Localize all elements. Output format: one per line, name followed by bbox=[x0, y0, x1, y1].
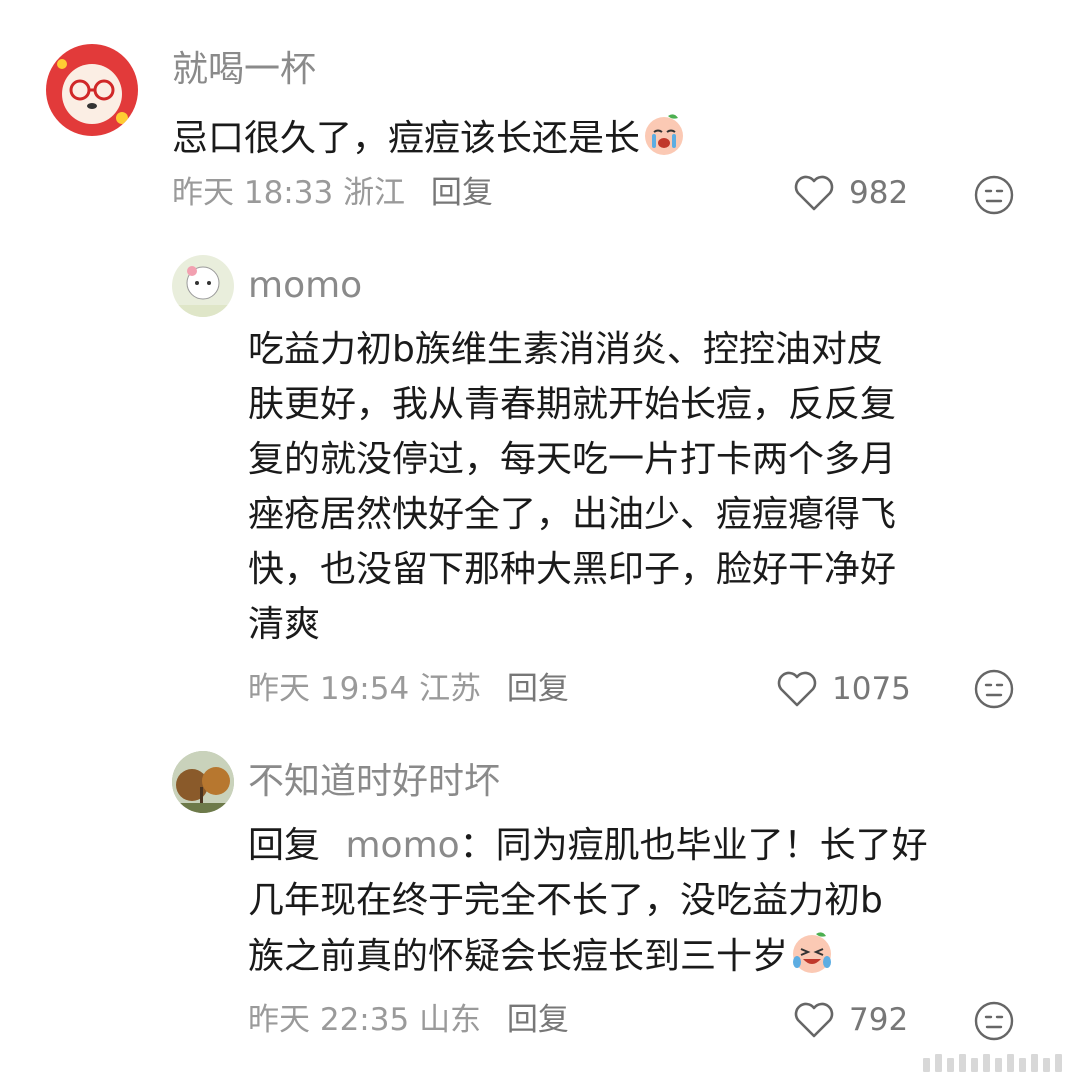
reply-button[interactable]: 回复 bbox=[507, 671, 569, 707]
text-line: 快，也没留下那种大黑印子，脸好干净好 bbox=[248, 549, 897, 590]
comment-meta: 昨天 18:33 浙江 回复 bbox=[172, 173, 493, 213]
username[interactable]: 不知道时好时坏 bbox=[248, 760, 500, 804]
location: 江苏 bbox=[419, 671, 482, 707]
reply-prefix: 回复 bbox=[248, 825, 321, 866]
timestamp: 昨天 18:33 bbox=[172, 175, 334, 211]
heart-outline-icon bbox=[794, 1002, 834, 1038]
like-button[interactable]: 792 bbox=[793, 1000, 908, 1040]
like-button[interactable]: 982 bbox=[793, 173, 908, 213]
comment-text: 回复 momo：同为痘肌也毕业了！长了好 几年现在终于完全不长了，没吃益力初b … bbox=[248, 818, 1048, 992]
text-line: 肤更好，我从青春期就开始长痘，反反复 bbox=[248, 384, 897, 425]
like-count: 982 bbox=[849, 175, 909, 211]
location: 山东 bbox=[419, 1002, 482, 1038]
reply-button[interactable]: 回复 bbox=[431, 175, 493, 211]
text-line: 回复 momo：同为痘肌也毕业了！长了好 bbox=[248, 818, 1048, 873]
avatar[interactable] bbox=[46, 44, 138, 136]
text-line: 几年现在终于完全不长了，没吃益力初b bbox=[248, 880, 883, 921]
comment-text: 忌口很久了，痘痘该长还是长 bbox=[172, 110, 1032, 174]
laughing-crying-emoji bbox=[788, 928, 836, 992]
heart-outline-icon bbox=[777, 671, 817, 707]
neutral-face-icon bbox=[974, 669, 1014, 709]
text-line: 族之前真的怀疑会长痘长到三十岁 bbox=[248, 928, 1048, 992]
comment-meta: 昨天 19:54 江苏 回复 bbox=[248, 669, 569, 709]
like-count: 1075 bbox=[832, 671, 911, 707]
comment-meta: 昨天 22:35 山东 回复 bbox=[248, 1000, 569, 1040]
location: 浙江 bbox=[343, 175, 406, 211]
reply-to-username[interactable]: momo bbox=[345, 825, 459, 866]
avatar[interactable] bbox=[172, 255, 234, 317]
heart-outline-icon bbox=[794, 175, 834, 211]
dislike-button[interactable] bbox=[973, 1000, 1015, 1046]
comment-text: 吃益力初b族维生素消消炎、控控油对皮 肤更好，我从青春期就开始长痘，反反复 复的… bbox=[248, 322, 1048, 652]
dislike-button[interactable] bbox=[973, 174, 1015, 220]
text-line: 清爽 bbox=[248, 604, 321, 645]
text-line: 吃益力初b族维生素消消炎、控控油对皮 bbox=[248, 329, 883, 370]
like-button[interactable]: 1075 bbox=[776, 669, 911, 709]
watermark-bars bbox=[923, 1054, 1062, 1072]
dislike-button[interactable] bbox=[973, 668, 1015, 714]
avatar[interactable] bbox=[172, 751, 234, 813]
like-count: 792 bbox=[849, 1002, 909, 1038]
text-line: 复的就没停过，每天吃一片打卡两个多月 bbox=[248, 439, 897, 480]
username[interactable]: momo bbox=[248, 264, 362, 308]
neutral-face-icon bbox=[974, 175, 1014, 215]
text-line: 痤疮居然快好全了，出油少、痘痘瘪得飞 bbox=[248, 494, 897, 535]
neutral-face-icon bbox=[974, 1001, 1014, 1041]
timestamp: 昨天 22:35 bbox=[248, 1002, 410, 1038]
timestamp: 昨天 19:54 bbox=[248, 671, 410, 707]
reply-button[interactable]: 回复 bbox=[507, 1002, 569, 1038]
crying-face-emoji bbox=[640, 110, 688, 174]
text-line-1: 同为痘肌也毕业了！长了好 bbox=[495, 825, 928, 866]
username[interactable]: 就喝一杯 bbox=[172, 48, 316, 92]
reply-colon: ： bbox=[459, 825, 496, 866]
